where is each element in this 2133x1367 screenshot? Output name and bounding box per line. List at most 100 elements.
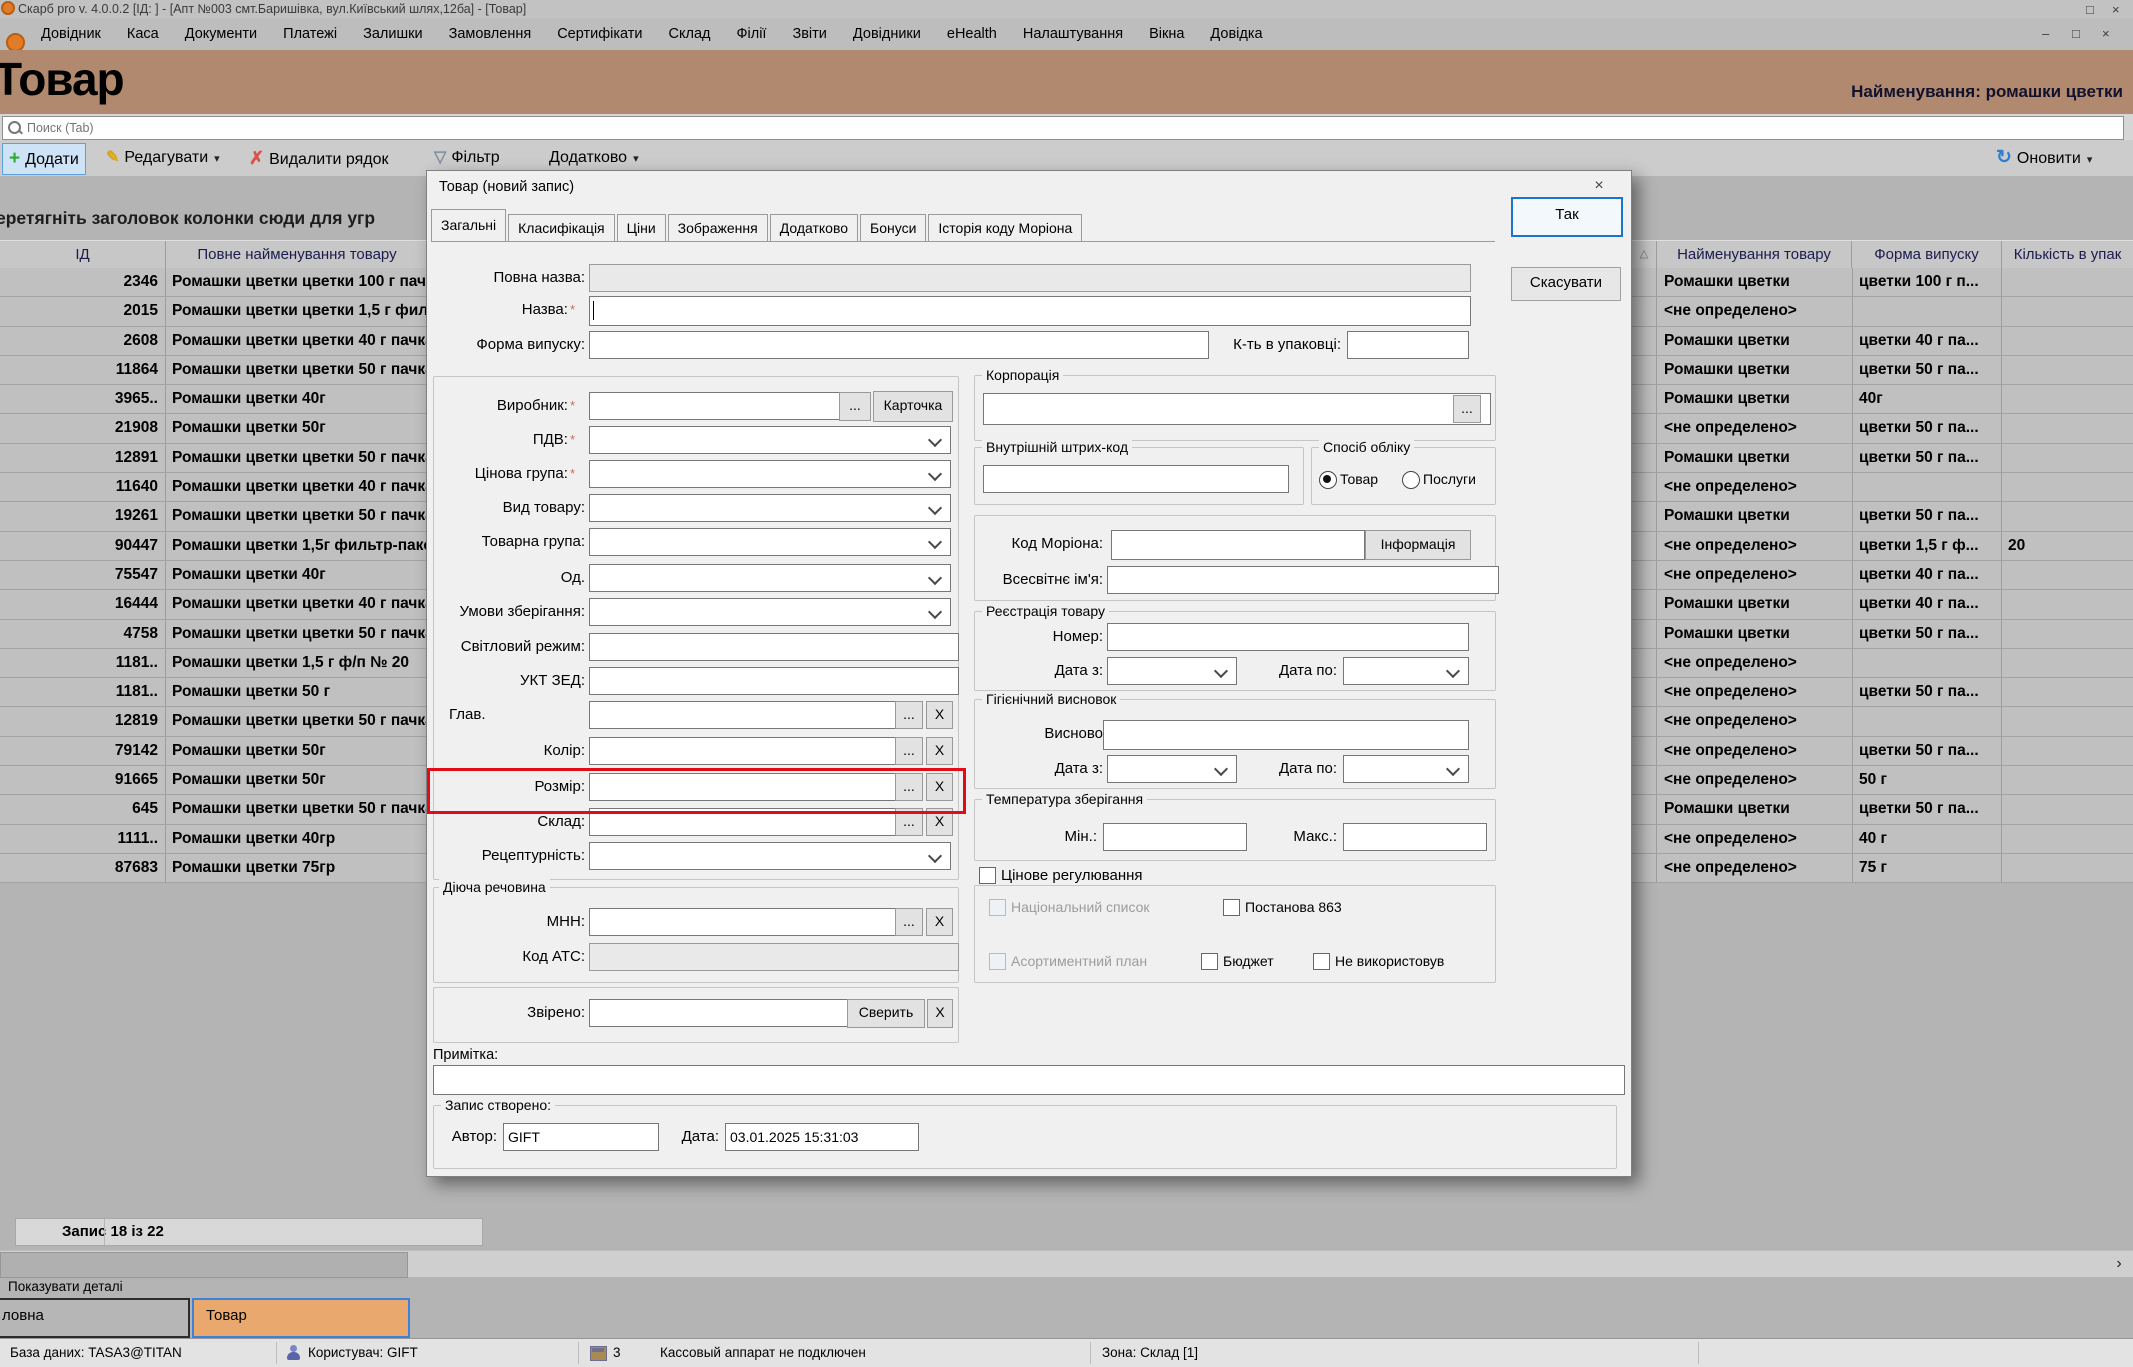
tab-main[interactable]: ловна: [0, 1298, 190, 1338]
warehouse-browse-button[interactable]: ...: [895, 808, 923, 836]
cancel-button[interactable]: Скасувати: [1511, 267, 1621, 301]
refresh-button[interactable]: ↻Оновити▾: [1990, 143, 2098, 173]
mnn-browse-button[interactable]: ...: [895, 908, 923, 936]
table-row[interactable]: 1111..Ромашки цветки 40гр: [0, 825, 428, 854]
table-row[interactable]: 2015Ромашки цветки цветки 1,5 г фильтр-п…: [0, 297, 428, 326]
price-regulation-checkbox[interactable]: [979, 867, 996, 884]
assortment-plan-checkbox[interactable]: [989, 953, 1006, 970]
card-button[interactable]: Карточка: [873, 391, 953, 422]
main-clear-button[interactable]: X: [926, 701, 953, 729]
table-row[interactable]: <не определено>цветки 50 г па...: [1632, 414, 2133, 443]
name-input[interactable]: [589, 296, 1471, 326]
manufacturer-browse-button[interactable]: ...: [839, 392, 871, 421]
table-row[interactable]: 12819Ромашки цветки цветки 50 г пачка: [0, 707, 428, 736]
sort-indicator-icon[interactable]: △: [1632, 241, 1657, 268]
warehouse-input[interactable]: [589, 808, 899, 836]
table-row[interactable]: 75547Ромашки цветки 40г: [0, 561, 428, 590]
color-input[interactable]: [589, 737, 899, 765]
mdi-minimize-button[interactable]: –: [2042, 26, 2049, 41]
reg-date-to-select[interactable]: [1343, 657, 1469, 685]
menu-item[interactable]: Сертифікати: [544, 18, 655, 50]
price-group-select[interactable]: [589, 460, 951, 488]
product-kind-select[interactable]: [589, 494, 951, 522]
table-row[interactable]: 1181..Ромашки цветки 50 г: [0, 678, 428, 707]
table-row[interactable]: 1181..Ромашки цветки 1,5 г ф/п № 20: [0, 649, 428, 678]
table-row[interactable]: 91665Ромашки цветки 50г: [0, 766, 428, 795]
main-browse-button[interactable]: ...: [895, 701, 923, 729]
resolution-863-checkbox[interactable]: [1223, 899, 1240, 916]
ukt-zed-input[interactable]: [589, 667, 959, 695]
menu-item[interactable]: Склад: [656, 18, 724, 50]
table-row[interactable]: 21908Ромашки цветки 50г: [0, 414, 428, 443]
temp-max-input[interactable]: [1343, 823, 1487, 851]
dialog-tab[interactable]: Загальні: [431, 209, 506, 241]
mdi-close-button[interactable]: ×: [2102, 26, 2110, 41]
goods-radio[interactable]: [1319, 471, 1337, 489]
horizontal-scrollbar[interactable]: ›: [0, 1250, 2133, 1277]
column-header-name[interactable]: Найменування товару: [1657, 241, 1852, 268]
conclusion-input[interactable]: [1103, 720, 1469, 750]
filter-button[interactable]: ▽Фільтр: [428, 143, 506, 173]
menu-item[interactable]: Налаштування: [1010, 18, 1136, 50]
services-radio[interactable]: [1402, 471, 1420, 489]
prescription-select[interactable]: [589, 842, 951, 870]
mnn-clear-button[interactable]: X: [926, 908, 953, 936]
unit-select[interactable]: [589, 564, 951, 592]
table-row[interactable]: Ромашки цветкицветки 40 г па...: [1632, 590, 2133, 619]
table-row[interactable]: <не определено>75 г: [1632, 854, 2133, 883]
window-restore-button[interactable]: □: [2086, 2, 2094, 17]
table-row[interactable]: 3965..Ромашки цветки 40г: [0, 385, 428, 414]
menu-item[interactable]: Звіти: [779, 18, 839, 50]
table-row[interactable]: Ромашки цветки40г: [1632, 385, 2133, 414]
budget-checkbox[interactable]: [1201, 953, 1218, 970]
menu-item[interactable]: Замовлення: [436, 18, 545, 50]
scroll-right-icon[interactable]: ›: [2109, 1253, 2129, 1275]
tab-tovar[interactable]: Товар: [192, 1298, 410, 1338]
not-used-checkbox[interactable]: [1313, 953, 1330, 970]
size-clear-button[interactable]: X: [926, 773, 953, 801]
table-row[interactable]: Ромашки цветкицветки 40 г па...: [1632, 327, 2133, 356]
column-header-id[interactable]: ІД: [0, 241, 166, 268]
table-row[interactable]: Ромашки цветкицветки 50 г па...: [1632, 795, 2133, 824]
show-details-label[interactable]: Показувати деталі: [8, 1279, 123, 1294]
table-row[interactable]: <не определено>цветки 40 г па...: [1632, 561, 2133, 590]
table-row[interactable]: <не определено>: [1632, 649, 2133, 678]
corporation-browse-button[interactable]: ...: [1453, 395, 1481, 423]
main-input[interactable]: [589, 701, 899, 729]
window-close-button[interactable]: ×: [2112, 2, 2120, 17]
table-row[interactable]: 645Ромашки цветки цветки 50 г пачка: [0, 795, 428, 824]
corporation-input[interactable]: [983, 393, 1491, 425]
table-row[interactable]: 11864Ромашки цветки цветки 50 г пачка: [0, 356, 428, 385]
date-input[interactable]: 03.01.2025 15:31:03: [725, 1123, 919, 1151]
menu-item[interactable]: Вікна: [1136, 18, 1197, 50]
dialog-tab[interactable]: Зображення: [668, 214, 768, 241]
table-row[interactable]: <не определено>цветки 50 г па...: [1632, 678, 2133, 707]
product-group-select[interactable]: [589, 528, 951, 556]
qty-per-pack-input[interactable]: [1347, 331, 1469, 359]
table-row[interactable]: 90447Ромашки цветки 1,5г фильтр-пакет №2…: [0, 532, 428, 561]
column-header-form[interactable]: Форма випуску: [1852, 241, 2002, 268]
world-name-input[interactable]: [1107, 566, 1499, 594]
form-input[interactable]: [589, 331, 1209, 359]
table-row[interactable]: 4758Ромашки цветки цветки 50 г пачка: [0, 620, 428, 649]
dialog-tab[interactable]: Ціни: [617, 214, 666, 241]
table-row[interactable]: 19261Ромашки цветки цветки 50 г пачка: [0, 502, 428, 531]
scrollbar-thumb[interactable]: [0, 1252, 408, 1278]
menu-item[interactable]: Документи: [172, 18, 270, 50]
column-header-full-name[interactable]: Повне найменування товару: [166, 241, 429, 268]
ok-button[interactable]: Так: [1511, 197, 1623, 237]
add-button[interactable]: +Додати: [2, 143, 86, 175]
author-input[interactable]: GIFT: [503, 1123, 659, 1151]
storage-conditions-select[interactable]: [589, 598, 951, 626]
table-row[interactable]: Ромашки цветкицветки 50 г па...: [1632, 444, 2133, 473]
morion-code-input[interactable]: [1111, 530, 1365, 560]
table-row[interactable]: Ромашки цветкицветки 50 г па...: [1632, 502, 2133, 531]
table-row[interactable]: <не определено>50 г: [1632, 766, 2133, 795]
table-row[interactable]: 87683Ромашки цветки 75гр: [0, 854, 428, 883]
verified-clear-button[interactable]: X: [927, 999, 953, 1028]
menu-item[interactable]: Платежі: [270, 18, 350, 50]
size-input[interactable]: [589, 773, 899, 801]
table-row[interactable]: <не определено>цветки 1,5 г ф...20: [1632, 532, 2133, 561]
national-list-checkbox[interactable]: [989, 899, 1006, 916]
manufacturer-input[interactable]: [589, 392, 845, 420]
